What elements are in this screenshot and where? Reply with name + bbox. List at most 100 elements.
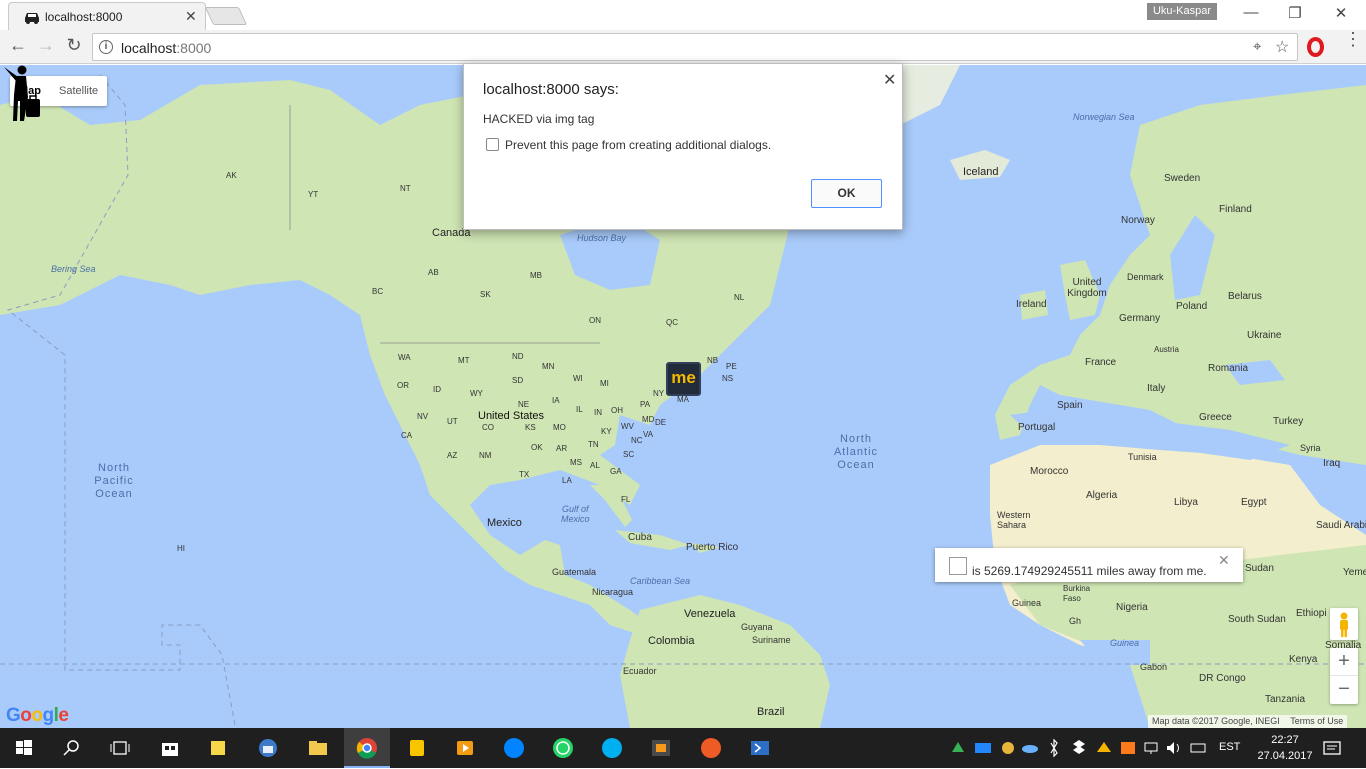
store-icon[interactable] — [156, 734, 184, 762]
tray-photos-icon[interactable] — [998, 734, 1018, 762]
url-text[interactable]: localhost:8000 — [121, 40, 211, 56]
dialog-close-icon[interactable]: ✕ — [883, 70, 896, 90]
info-window-close-icon[interactable]: ✕ — [1218, 552, 1230, 569]
tray-ime-icon[interactable] — [1188, 734, 1208, 762]
label-finland: Finland — [1219, 204, 1252, 215]
prevent-dialogs-label[interactable]: Prevent this page from creating addition… — [505, 138, 771, 152]
label-cuba: Cuba — [628, 532, 652, 543]
label-or: OR — [397, 381, 409, 390]
label-ga: GA — [610, 467, 622, 476]
tray-app-icon[interactable] — [1118, 734, 1138, 762]
zoom-out-button[interactable]: − — [1330, 676, 1358, 704]
me-map-marker-icon[interactable]: me — [666, 362, 701, 396]
restore-icon[interactable]: ❐ — [1280, 4, 1310, 22]
tray-network-icon[interactable] — [1142, 734, 1162, 762]
label-tn: TN — [588, 440, 599, 449]
thunderbird-icon[interactable] — [254, 734, 282, 762]
tray-bluetooth-icon[interactable] — [1046, 734, 1062, 762]
label-ma: MA — [677, 395, 689, 404]
language-indicator[interactable]: EST — [1219, 741, 1240, 753]
task-view-icon[interactable] — [106, 734, 134, 762]
powershell-icon[interactable] — [746, 734, 774, 762]
tab-close-icon[interactable]: ✕ — [185, 8, 197, 25]
label-norwegian-sea: Norwegian Sea — [1073, 112, 1135, 122]
browser-tab[interactable]: localhost:8000 ✕ — [8, 2, 206, 30]
address-bar[interactable]: i localhost:8000 ⌖ ☆ — [92, 33, 1298, 61]
label-la: LA — [562, 476, 572, 485]
label-belarus: Belarus — [1228, 291, 1262, 302]
windows-taskbar: EST 22:27 27.04.2017 — [0, 728, 1366, 768]
zoom-in-button[interactable]: + — [1330, 648, 1358, 676]
windows-start-icon[interactable] — [10, 734, 38, 762]
ok-button[interactable]: OK — [811, 179, 882, 208]
tray-box-icon[interactable] — [973, 734, 993, 762]
label-portugal: Portugal — [1018, 422, 1056, 433]
label-caribbean-sea: Caribbean Sea — [630, 576, 691, 586]
label-mo: MO — [553, 423, 566, 432]
notifications-icon[interactable] — [1320, 734, 1344, 762]
label-gabon: Gabon — [1140, 662, 1168, 672]
tray-dropbox-icon[interactable] — [1069, 734, 1089, 762]
tray-google-drive-icon[interactable] — [1094, 734, 1114, 762]
label-nb: NB — [707, 356, 719, 365]
google-logo[interactable]: Google — [6, 705, 69, 727]
window-close-icon[interactable]: ✕ — [1326, 4, 1356, 22]
label-germany: Germany — [1119, 313, 1161, 324]
bookmark-star-icon[interactable]: ☆ — [1275, 37, 1289, 57]
new-tab-button[interactable] — [204, 7, 248, 25]
profile-badge[interactable]: Uku-Kaspar — [1147, 3, 1217, 20]
back-arrow-icon[interactable]: ← — [6, 35, 30, 56]
messenger-icon[interactable] — [500, 734, 528, 762]
label-algeria: Algeria — [1086, 490, 1118, 501]
tips-icon[interactable] — [403, 734, 431, 762]
terms-of-use-link[interactable]: Terms of Use — [1290, 716, 1343, 726]
opera-extension-icon[interactable] — [1307, 37, 1324, 57]
logo-letter-g2: g — [42, 705, 55, 726]
label-france: France — [1085, 357, 1117, 368]
sublime-text-icon[interactable] — [647, 734, 675, 762]
tray-drive-icon[interactable] — [948, 734, 968, 762]
label-gulf-of-mexico-line1: Gulf of — [562, 504, 589, 514]
traveler-marker-icon[interactable] — [0, 65, 44, 121]
search-icon[interactable] — [58, 734, 86, 762]
label-ok: OK — [531, 443, 543, 452]
chrome-menu-icon[interactable]: ⋮ — [1344, 30, 1362, 48]
label-brazil: Brazil — [757, 706, 785, 718]
label-on: ON — [589, 316, 601, 325]
label-yemen: Yeme — [1343, 567, 1366, 578]
reload-icon[interactable]: ↻ — [62, 35, 86, 56]
site-info-icon[interactable]: i — [99, 40, 113, 54]
whatsapp-icon[interactable] — [549, 734, 577, 762]
url-host: localhost — [121, 40, 177, 56]
label-sc: SC — [623, 450, 635, 459]
label-turkey: Turkey — [1273, 416, 1304, 427]
postman-icon[interactable] — [697, 734, 725, 762]
location-icon[interactable]: ⌖ — [1253, 38, 1261, 55]
minimize-icon[interactable]: — — [1236, 4, 1266, 21]
label-saudi-arabia: Saudi Arabia — [1316, 520, 1366, 531]
sticky-notes-icon[interactable] — [204, 734, 232, 762]
file-explorer-icon[interactable] — [304, 734, 332, 762]
label-id: ID — [433, 385, 441, 394]
video-icon[interactable] — [451, 734, 479, 762]
logo-letter-e: e — [58, 705, 69, 726]
street-view-pegman-icon[interactable] — [1330, 608, 1358, 640]
label-ky: KY — [601, 427, 612, 436]
taskbar-clock[interactable]: 22:27 27.04.2017 — [1255, 732, 1315, 764]
tray-volume-icon[interactable] — [1164, 734, 1184, 762]
label-sk: SK — [480, 290, 491, 299]
logo-letter-g: G — [6, 705, 21, 726]
forward-arrow-icon[interactable]: → — [34, 35, 58, 56]
prevent-dialogs-checkbox[interactable] — [486, 138, 499, 151]
label-in: IN — [594, 408, 602, 417]
chrome-taskbar-active[interactable] — [344, 728, 390, 768]
skype-icon[interactable] — [598, 734, 626, 762]
map-type-satellite-button[interactable]: Satellite — [50, 76, 107, 106]
label-norway: Norway — [1121, 215, 1155, 226]
label-wi: WI — [573, 374, 583, 383]
label-burkina-faso: Burkina Faso — [1063, 584, 1091, 603]
browser-title-bar: localhost:8000 ✕ Uku-Kaspar — ❐ ✕ — [0, 0, 1366, 30]
label-tx: TX — [519, 470, 530, 479]
label-venezuela: Venezuela — [684, 608, 736, 620]
tray-onedrive-icon[interactable] — [1020, 734, 1040, 762]
